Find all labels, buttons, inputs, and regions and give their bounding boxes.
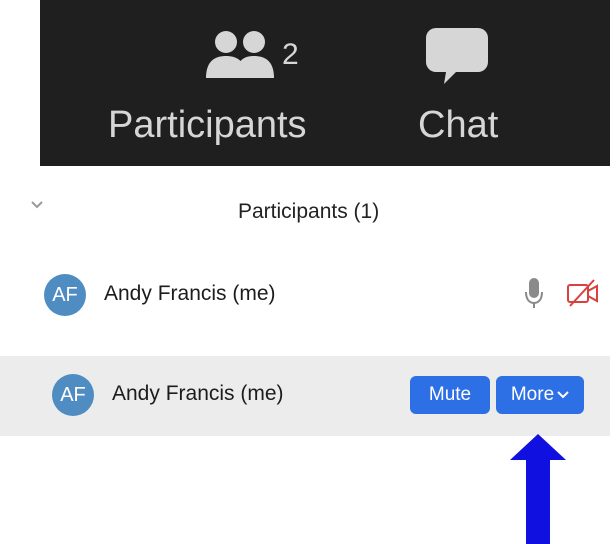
participants-button[interactable]: 2 Participants [100, 0, 340, 166]
chat-button[interactable]: Chat [400, 0, 550, 166]
avatar: AF [44, 274, 86, 316]
participant-name: Andy Francis (me) [104, 282, 276, 305]
avatar: AF [52, 374, 94, 416]
meeting-toolbar: 2 Participants Chat [40, 0, 610, 166]
participants-section-header[interactable]: Participants (1) [0, 190, 616, 240]
participant-row-hover[interactable]: AF Andy Francis (me) Mute More [0, 356, 610, 436]
participant-name: Andy Francis (me) [112, 382, 284, 405]
video-off-icon[interactable] [566, 278, 600, 313]
zoom-participants-page: 2 Participants Chat Participants (1) AF … [0, 0, 616, 544]
chevron-down-icon[interactable] [30, 198, 44, 217]
section-title: Participants (1) [238, 200, 380, 223]
up-arrow-icon [510, 434, 566, 544]
mute-button[interactable]: Mute [410, 376, 490, 414]
chat-bubble-icon [426, 28, 488, 89]
chevron-down-icon [557, 376, 569, 414]
microphone-icon[interactable] [524, 276, 544, 315]
chat-label: Chat [418, 104, 499, 146]
participants-label: Participants [108, 104, 307, 146]
participant-row[interactable]: AF Andy Francis (me) [0, 258, 610, 336]
more-button-label: More [510, 384, 555, 406]
participants-count: 2 [282, 38, 299, 71]
more-button[interactable]: More [496, 376, 584, 414]
participants-icon [206, 28, 276, 87]
